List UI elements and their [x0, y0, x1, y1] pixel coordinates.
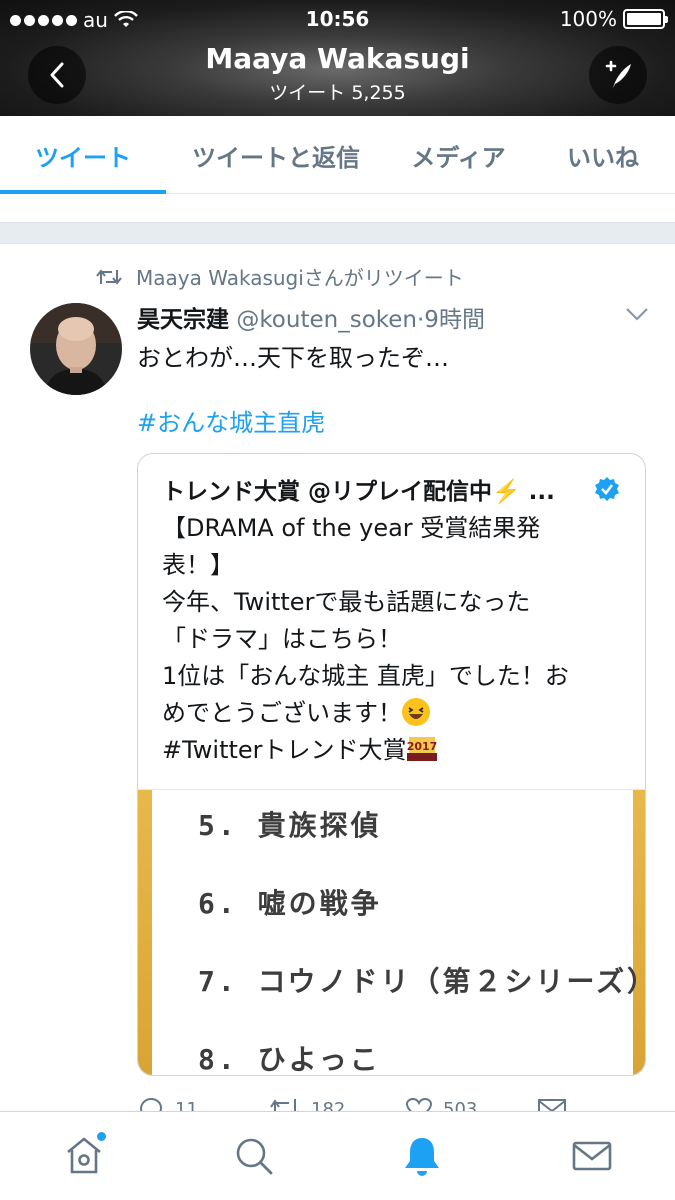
quoted-line: 表！】 — [162, 551, 234, 579]
profile-header: au 10:56 100% Maaya Wakasugi ツイート 5,255 — [0, 0, 675, 116]
tab-tweets[interactable]: ツイート — [0, 116, 166, 194]
quoted-hashtag[interactable]: #Twitterトレンド大賞 — [162, 736, 407, 764]
tab-tweets-and-replies[interactable]: ツイートと返信 — [166, 116, 386, 194]
tweet-author-name[interactable]: 昊天宗建 — [137, 307, 229, 333]
retweet-context-label: Maaya Wakasugiさんがリツイート — [136, 266, 464, 290]
quoted-tweet-author: トレンド大賞 @リプレイ配信中⚡️ ... — [162, 479, 555, 505]
search-icon — [236, 1138, 273, 1175]
quoted-line: めでとうございます！ — [162, 699, 402, 727]
verified-badge-icon — [595, 477, 619, 501]
nav-home[interactable] — [62, 1132, 106, 1178]
quoted-line: 「ドラマ」はこちら！ — [162, 625, 402, 653]
bottom-tab-bar — [0, 1111, 675, 1200]
tweet-header: 昊天宗建 @kouten_soken·9時間 — [137, 300, 485, 334]
nav-notifications[interactable] — [400, 1134, 444, 1178]
tweet-time: ·9時間 — [417, 307, 485, 333]
battery-percent: 100% — [559, 7, 617, 31]
quoted-tweet-image[interactable]: 5. 貴族探偵 6. 嘘の戦争 7. コウノドリ（第２シリーズ） 8. ひよっこ — [138, 789, 646, 1076]
tweet-author-handle[interactable]: @kouten_soken — [236, 307, 417, 333]
unread-dot — [97, 1132, 106, 1141]
image-gold-border-left — [138, 790, 152, 1075]
retweet-icon — [96, 268, 122, 285]
quoted-tweet-text: 【DRAMA of the year 受賞結果発 表！】 今年、Twitterで… — [162, 510, 632, 769]
bell-icon — [405, 1138, 439, 1176]
tweet-hashtag[interactable]: #おんな城主直虎 — [137, 403, 325, 438]
nav-search[interactable] — [232, 1134, 276, 1178]
retweet-context[interactable]: Maaya Wakasugiさんがリツイート — [96, 262, 464, 291]
tweet-text: おとわが…天下を取ったぞ… — [137, 344, 449, 372]
profile-name: Maaya Wakasugi — [205, 42, 470, 75]
tweet-separator — [0, 222, 675, 244]
status-bar: au 10:56 100% — [0, 0, 675, 40]
grinning-emoji-icon — [402, 698, 430, 726]
ranking-item: 6. 嘘の戦争 — [198, 887, 382, 920]
tweet-menu-button[interactable] — [625, 306, 649, 325]
tab-likes[interactable]: いいね — [531, 116, 675, 194]
ranking-item: 5. 貴族探偵 — [198, 809, 382, 842]
image-gold-border-right — [633, 790, 645, 1075]
active-tab-indicator — [0, 190, 166, 194]
battery: 100% — [559, 7, 668, 31]
trophy-icon: 2017 — [406, 735, 437, 763]
compose-tweet-button[interactable] — [589, 46, 647, 104]
quoted-line-with-emoji: めでとうございます！ — [162, 695, 632, 732]
nav-messages[interactable] — [570, 1134, 614, 1178]
chevron-down-icon — [626, 308, 648, 321]
ranking-item: 7. コウノドリ（第２シリーズ） — [198, 965, 646, 998]
quoted-line: 今年、Twitterで最も話題になった — [162, 588, 531, 616]
profile-tabs: ツイート ツイートと返信 メディア いいね — [0, 116, 675, 194]
quoted-line-with-emoji: #Twitterトレンド大賞 2017 — [162, 732, 632, 769]
quoted-tweet[interactable]: トレンド大賞 @リプレイ配信中⚡️ ... 【DRAMA of the year… — [137, 453, 646, 1076]
quoted-line: 【DRAMA of the year 受賞結果発 — [162, 514, 541, 542]
tab-media[interactable]: メディア — [386, 116, 531, 194]
ranking-item: 8. ひよっこ — [198, 1043, 381, 1076]
trophy-year: 2017 — [407, 740, 437, 753]
compose-icon — [605, 60, 631, 88]
envelope-icon — [572, 1141, 612, 1171]
quoted-line: 1位は「おんな城主 直虎」でした！お — [162, 662, 569, 690]
avatar[interactable] — [30, 303, 122, 395]
battery-icon — [623, 9, 668, 29]
tweet-count: ツイート 5,255 — [269, 82, 406, 104]
